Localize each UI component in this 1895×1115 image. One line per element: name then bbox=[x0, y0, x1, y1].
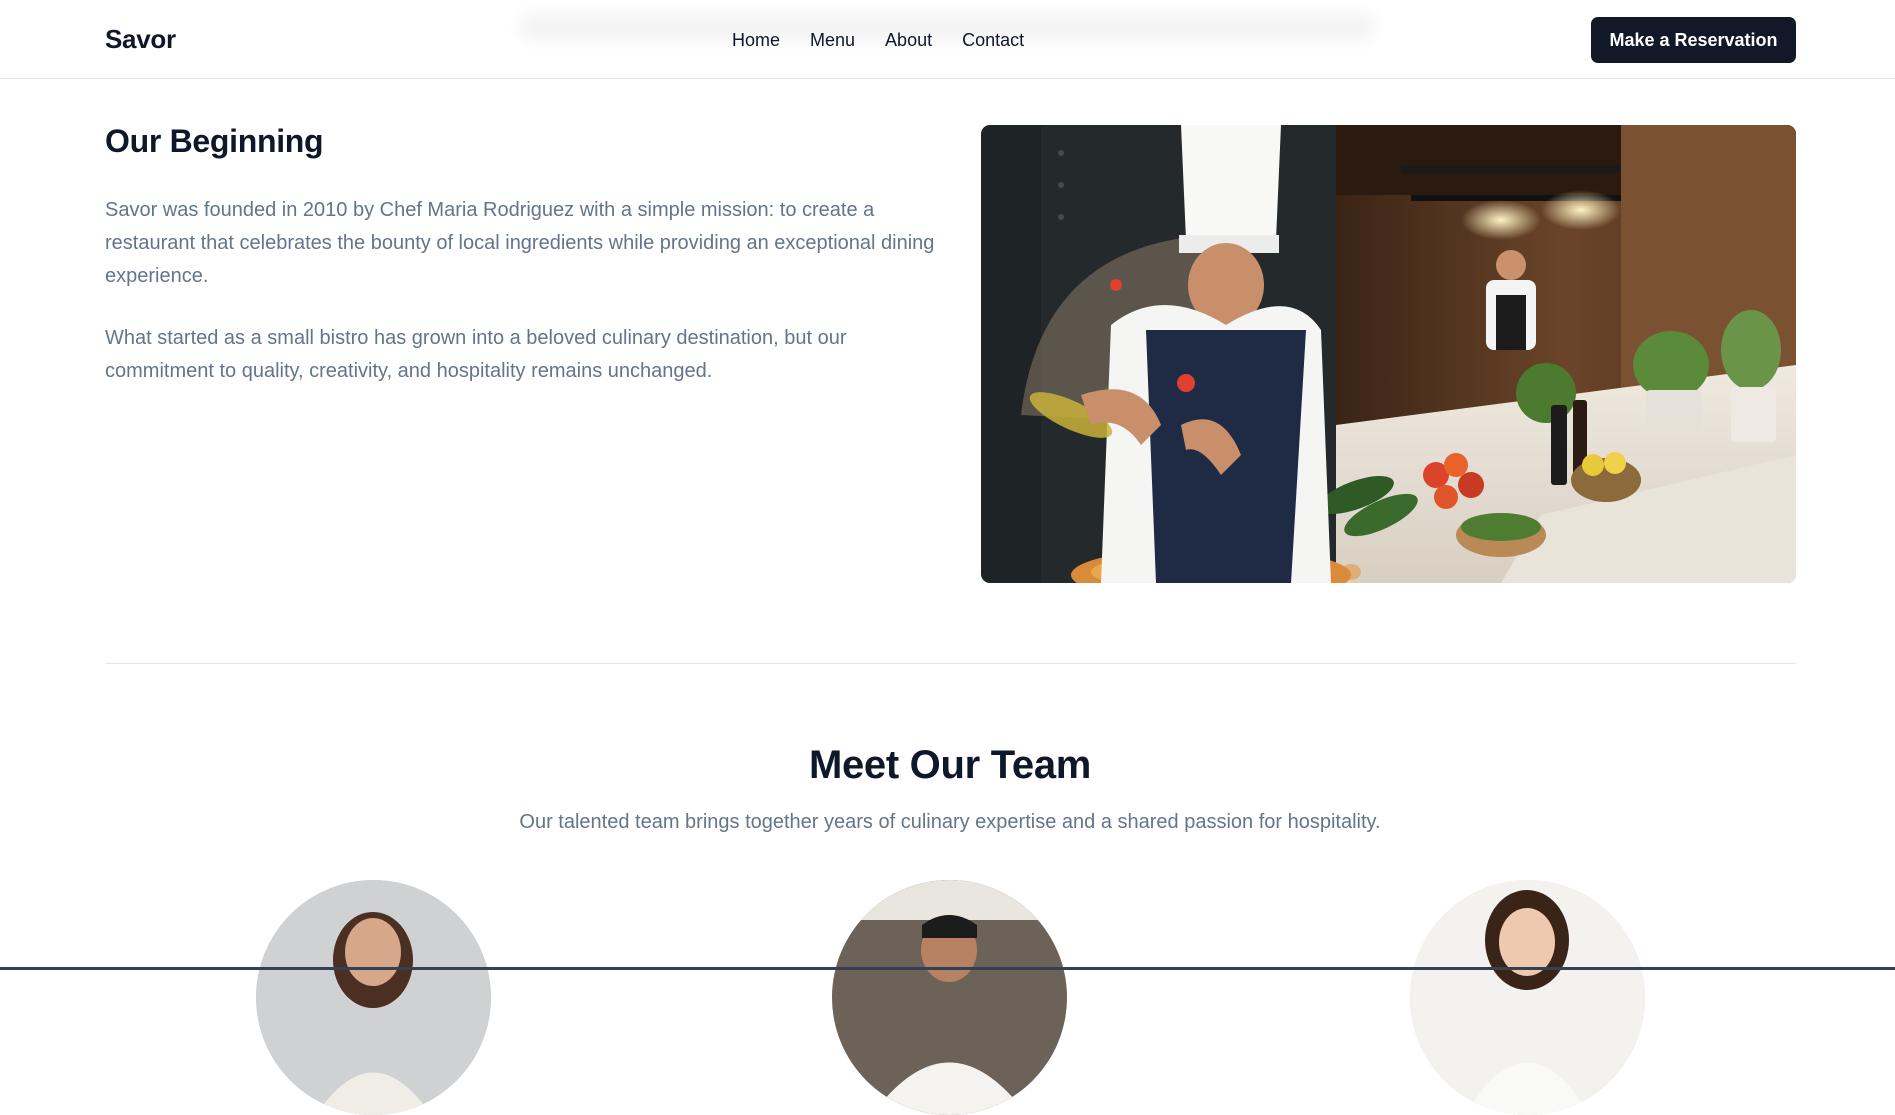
main-nav: Home Menu About Contact bbox=[732, 29, 1024, 51]
kitchen-chef-photo bbox=[981, 125, 1796, 583]
nav-link-menu[interactable]: Menu bbox=[810, 29, 855, 51]
nav-link-about[interactable]: About bbox=[885, 29, 932, 51]
make-reservation-button[interactable]: Make a Reservation bbox=[1591, 17, 1796, 63]
nav-link-home[interactable]: Home bbox=[732, 29, 780, 51]
section-divider bbox=[105, 663, 1796, 664]
story-paragraph-2: What started as a small bistro has grown… bbox=[105, 327, 847, 382]
story-heading: Our Beginning bbox=[105, 123, 324, 159]
team-member-1-photo bbox=[256, 880, 491, 1115]
site-header: Savor Home Menu About Contact Make a Res… bbox=[0, 0, 1895, 79]
nav-link-contact[interactable]: Contact bbox=[962, 29, 1024, 51]
story-paragraph-1: Savor was founded in 2010 by Chef Maria … bbox=[105, 199, 935, 287]
team-subtitle: Our talented team brings together years … bbox=[519, 811, 1381, 833]
team-heading: Meet Our Team bbox=[808, 743, 1092, 787]
kitchen-illustration bbox=[981, 125, 1796, 583]
team-member-3-photo bbox=[1410, 880, 1645, 1115]
brand-logo[interactable]: Savor bbox=[105, 24, 176, 55]
team-member-2-photo bbox=[832, 880, 1067, 1115]
